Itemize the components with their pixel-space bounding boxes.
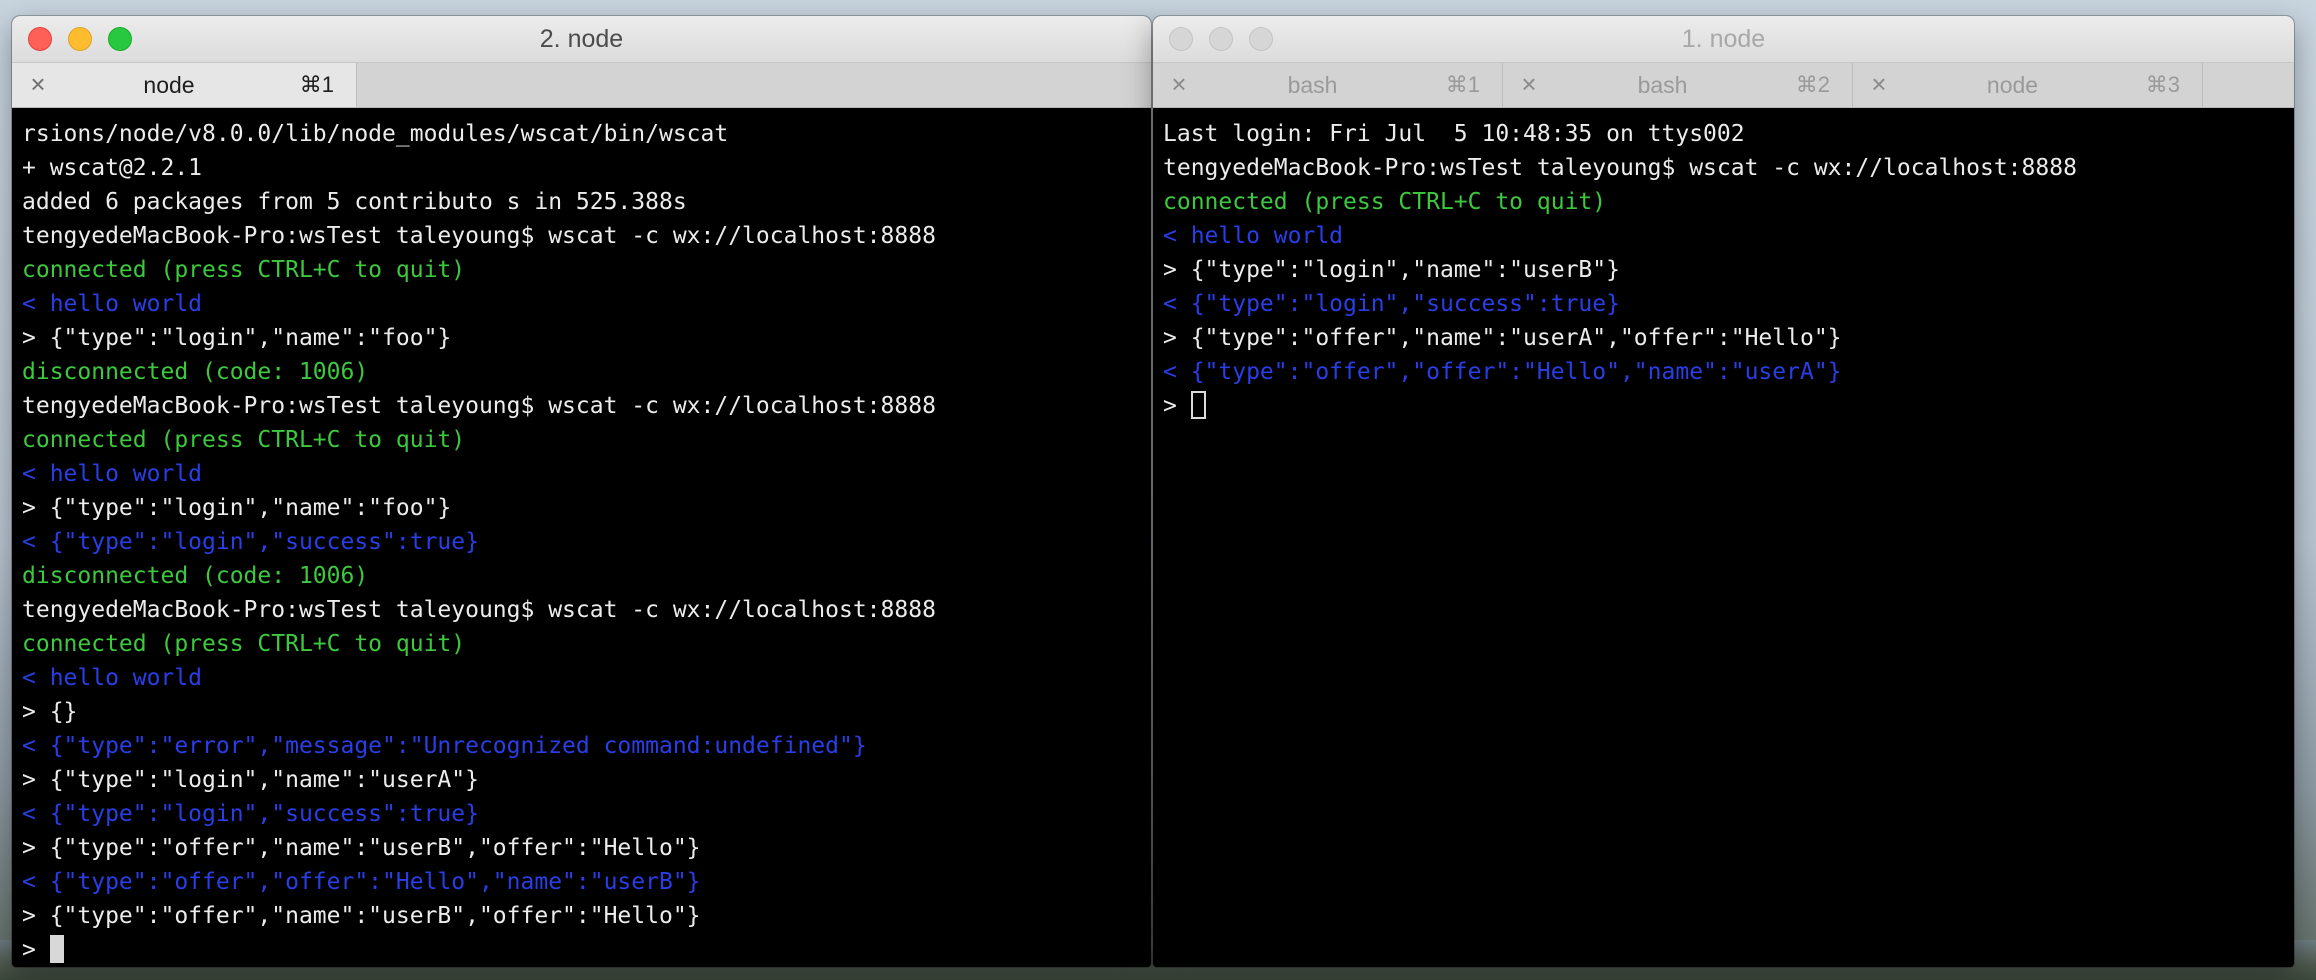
text-cursor (49, 935, 64, 963)
terminal-line: > {"type":"login","name":"userB"} (1163, 257, 1620, 283)
close-icon[interactable]: × (1867, 71, 1891, 97)
terminal-prompt-line[interactable]: > (22, 933, 1141, 967)
terminal-output[interactable]: Last login: Fri Jul 5 10:48:35 on ttys00… (1153, 108, 2294, 423)
terminal-prompt-line[interactable]: > (1163, 389, 2284, 423)
tab-bar: × node ⌘1 (12, 63, 1151, 108)
terminal-line: connected (press CTRL+C to quit) (1163, 189, 1607, 215)
tab-bar-empty-area (2203, 63, 2294, 107)
terminal-line: disconnected (code: 1006) (22, 563, 369, 589)
terminal-line: added 6 packages from 5 contributo s in … (22, 189, 687, 215)
tab-label: bash (1637, 71, 1688, 98)
terminal-output[interactable]: rsions/node/v8.0.0/lib/node_modules/wsca… (12, 108, 1151, 967)
tab-node[interactable]: × node ⌘3 (1853, 63, 2203, 107)
terminal-line: rsions/node/v8.0.0/lib/node_modules/wsca… (22, 121, 729, 147)
terminal-line: > {"type":"offer","name":"userB","offer"… (22, 835, 701, 861)
tab-shortcut: ⌘2 (1795, 72, 1830, 97)
terminal-line: < {"type":"offer","offer":"Hello","name"… (22, 869, 701, 895)
terminal-line: connected (press CTRL+C to quit) (22, 631, 466, 657)
close-icon[interactable]: × (1167, 71, 1191, 97)
window-titlebar[interactable]: 2. node (12, 16, 1151, 63)
tab-bar-empty-area (357, 63, 1151, 107)
window-title: 2. node (539, 25, 624, 53)
text-cursor (1190, 391, 1206, 419)
terminal-line: + wscat@2.2.1 (22, 155, 203, 181)
tab-bash-2[interactable]: × bash ⌘2 (1503, 63, 1853, 107)
tab-shortcut: ⌘3 (2145, 72, 2180, 97)
close-icon[interactable]: × (1517, 71, 1541, 97)
tab-label: node (143, 71, 195, 98)
terminal-line: > {} (22, 699, 78, 725)
window-titlebar[interactable]: 1. node (1153, 16, 2294, 63)
terminal-line: < {"type":"login","success":true} (22, 529, 479, 555)
tab-label: bash (1287, 71, 1338, 98)
terminal-line: tengyedeMacBook-Pro:wsTest taleyoung$ ws… (1163, 155, 2077, 181)
prompt-symbol: > (1163, 393, 1177, 419)
terminal-line: < {"type":"error","message":"Unrecognize… (22, 733, 867, 759)
terminal-line: < hello world (1163, 223, 1344, 249)
tab-bash-1[interactable]: × bash ⌘1 (1153, 63, 1503, 107)
terminal-line: > {"type":"login","name":"foo"} (22, 325, 452, 351)
prompt-symbol: > (22, 937, 36, 963)
tab-shortcut: ⌘1 (1445, 72, 1480, 97)
window-title: 1. node (1681, 25, 1766, 53)
close-icon[interactable]: × (26, 71, 50, 97)
terminal-line: disconnected (code: 1006) (22, 359, 369, 385)
terminal-line: > {"type":"offer","name":"userB","offer"… (22, 903, 701, 929)
terminal-line: tengyedeMacBook-Pro:wsTest taleyoung$ ws… (22, 393, 936, 419)
terminal-window-right[interactable]: 1. node × bash ⌘1 × bash ⌘2 × node ⌘3 La… (1153, 16, 2294, 967)
terminal-line: > {"type":"login","name":"foo"} (22, 495, 452, 521)
terminal-line: > {"type":"offer","name":"userA","offer"… (1163, 325, 1842, 351)
terminal-line: < hello world (22, 461, 203, 487)
tab-shortcut: ⌘1 (299, 72, 334, 97)
terminal-line: < hello world (22, 665, 203, 691)
tab-label: node (1986, 71, 2039, 98)
terminal-line: < {"type":"offer","offer":"Hello","name"… (1163, 359, 1842, 385)
terminal-window-left[interactable]: 2. node × node ⌘1 rsions/node/v8.0.0/lib… (12, 16, 1151, 967)
terminal-line: < {"type":"login","success":true} (1163, 291, 1620, 317)
terminal-line: < {"type":"login","success":true} (22, 801, 479, 827)
terminal-line: Last login: Fri Jul 5 10:48:35 on ttys00… (1163, 121, 1745, 147)
tab-node[interactable]: × node ⌘1 (12, 63, 357, 107)
terminal-line: > {"type":"login","name":"userA"} (22, 767, 479, 793)
terminal-line: tengyedeMacBook-Pro:wsTest taleyoung$ ws… (22, 223, 936, 249)
terminal-line: connected (press CTRL+C to quit) (22, 257, 466, 283)
tab-bar: × bash ⌘1 × bash ⌘2 × node ⌘3 (1153, 63, 2294, 108)
terminal-line: tengyedeMacBook-Pro:wsTest taleyoung$ ws… (22, 597, 936, 623)
terminal-line: < hello world (22, 291, 203, 317)
terminal-line: connected (press CTRL+C to quit) (22, 427, 466, 453)
